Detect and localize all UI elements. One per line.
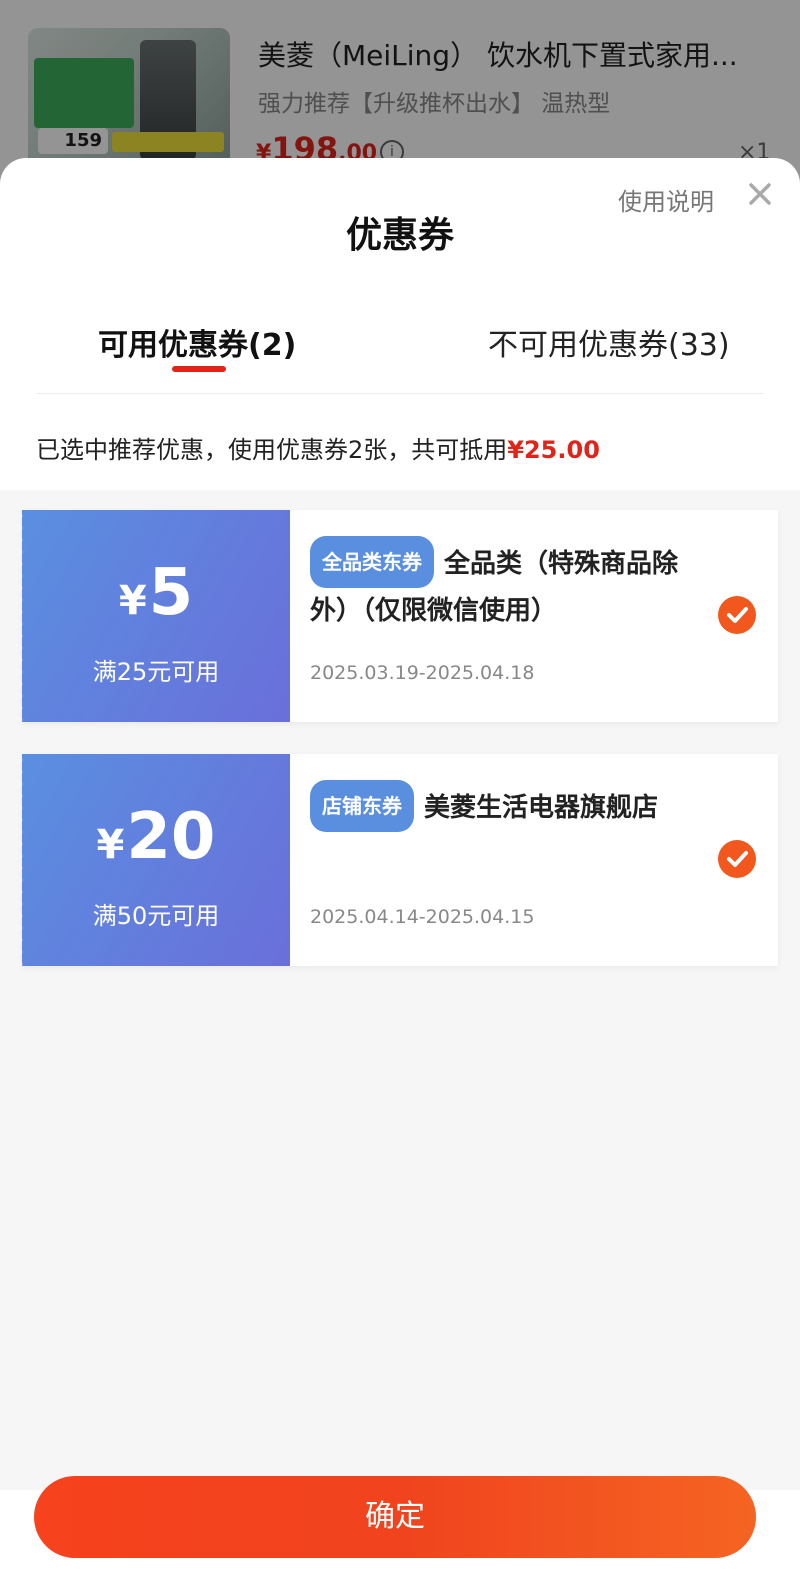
selection-summary: 已选中推荐优惠，使用优惠券2张，共可抵用¥25.00 <box>36 430 600 465</box>
coupon-details: 店铺东券 美菱生活电器旗舰店 2025.04.14-2025.04.15 <box>290 754 778 966</box>
confirm-button[interactable]: 确定 <box>34 1476 756 1558</box>
coupon-title: 全品类东券 全品类（特殊商品除外）（仅限微信使用） <box>310 536 690 634</box>
summary-amount: ¥25.00 <box>507 436 600 464</box>
coupon-sheet: 使用说明 优惠券 可用优惠券(2) 不可用优惠券(33) 已选中推荐优惠，使用优… <box>0 158 800 1588</box>
coupon-selected-check-icon[interactable] <box>718 596 756 634</box>
coupon-title: 店铺东券 美菱生活电器旗舰店 <box>310 780 690 832</box>
coupon-card[interactable]: ¥5 满25元可用 全品类东券 全品类（特殊商品除外）（仅限微信使用） 2025.… <box>18 510 778 722</box>
coupon-details: 全品类东券 全品类（特殊商品除外）（仅限微信使用） 2025.03.19-2025… <box>290 510 778 722</box>
coupon-value: ¥20 <box>22 802 290 880</box>
coupon-selected-check-icon[interactable] <box>718 840 756 878</box>
coupon-type-badge: 全品类东券 <box>310 536 434 588</box>
coupon-currency: ¥ <box>118 578 147 624</box>
coupon-validity: 2025.04.14-2025.04.15 <box>310 906 535 928</box>
coupon-type-badge: 店铺东券 <box>310 780 414 832</box>
coupon-list: ¥5 满25元可用 全品类东券 全品类（特殊商品除外）（仅限微信使用） 2025.… <box>0 490 800 1490</box>
coupon-card[interactable]: ¥20 满50元可用 店铺东券 美菱生活电器旗舰店 2025.04.14-2025… <box>18 754 778 966</box>
coupon-amount: 20 <box>126 800 216 874</box>
coupon-validity: 2025.03.19-2025.04.18 <box>310 662 535 684</box>
tab-unavailable-coupons[interactable]: 不可用优惠券(33) <box>488 320 730 364</box>
coupon-amount: 5 <box>148 556 194 630</box>
coupon-value: ¥5 <box>22 558 290 636</box>
coupon-scope: 美菱生活电器旗舰店 <box>424 793 659 823</box>
coupon-condition: 满50元可用 <box>92 902 220 930</box>
sheet-title: 优惠券 <box>345 215 454 256</box>
coupon-value-panel: ¥5 满25元可用 <box>18 510 290 722</box>
coupon-condition: 满25元可用 <box>92 658 220 686</box>
summary-text: 已选中推荐优惠，使用优惠券2张，共可抵用 <box>36 436 508 464</box>
coupon-currency: ¥ <box>96 822 125 868</box>
coupon-value-panel: ¥20 满50元可用 <box>18 754 290 966</box>
tab-available-coupons[interactable]: 可用优惠券(2) <box>98 320 296 364</box>
active-tab-indicator <box>172 366 226 372</box>
close-icon[interactable] <box>746 180 774 208</box>
coupon-tabs: 可用优惠券(2) 不可用优惠券(33) <box>36 308 764 394</box>
